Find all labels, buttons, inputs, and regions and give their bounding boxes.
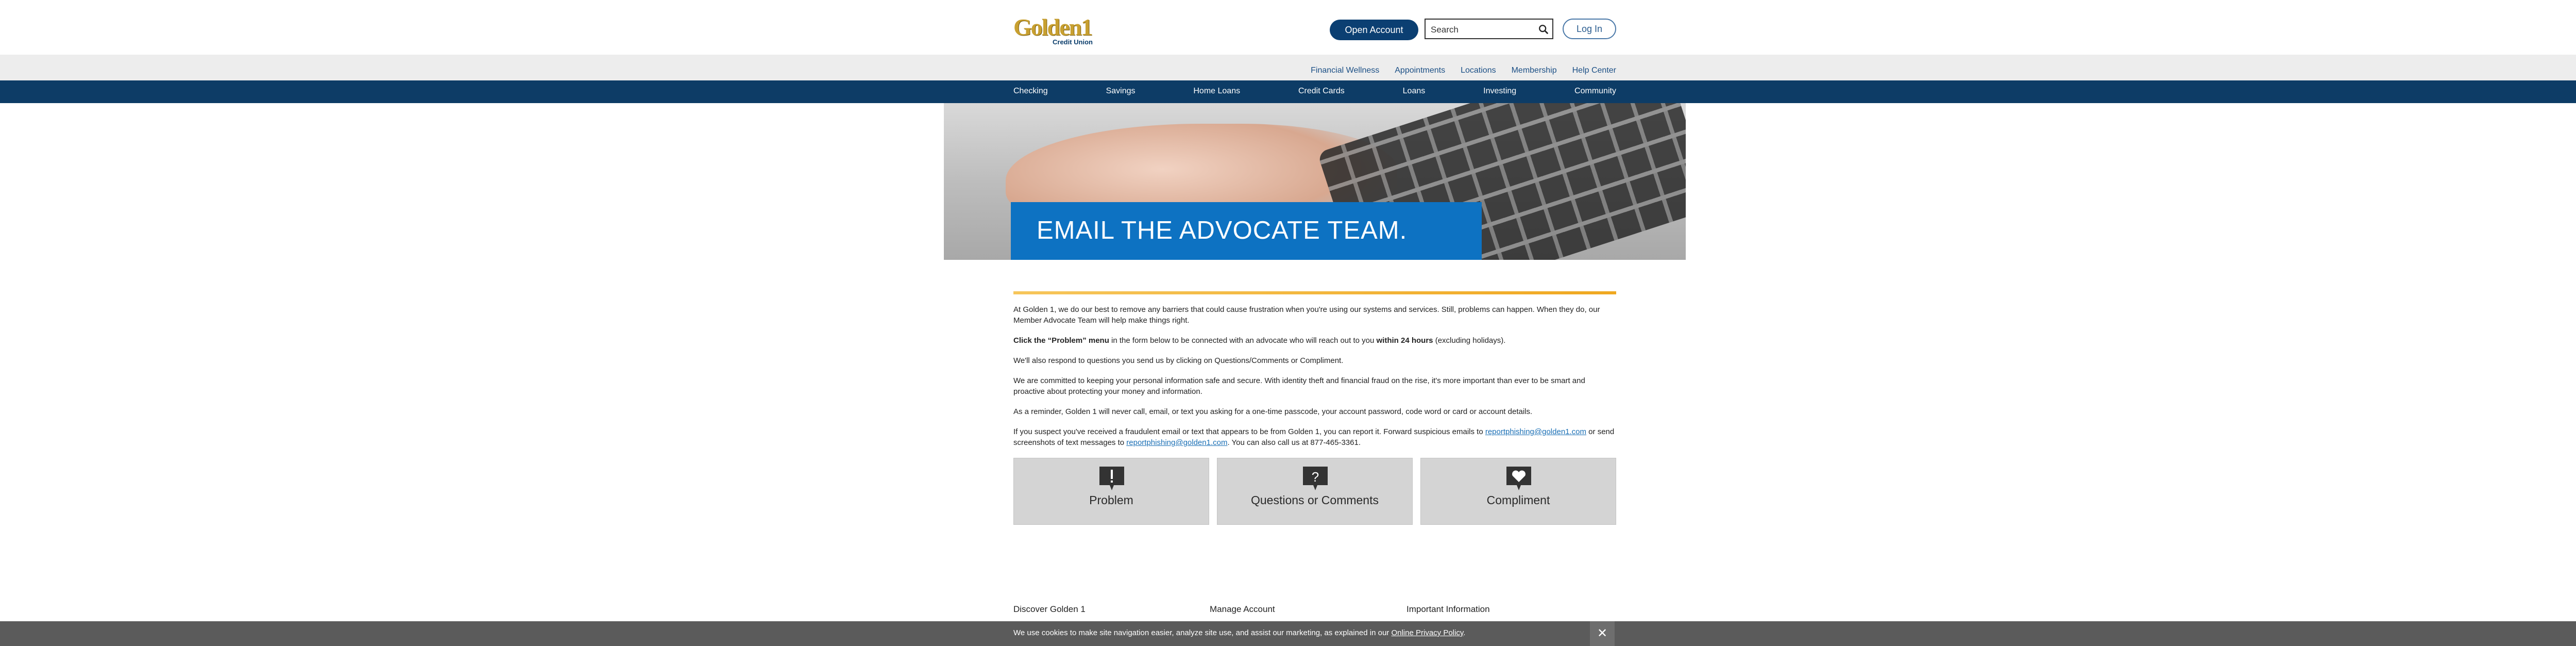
response-time-emphasis: within 24 hours [1376, 336, 1433, 345]
footer-heading-manage[interactable]: Manage Account [1210, 604, 1275, 615]
page-title: EMAIL THE ADVOCATE TEAM. [1037, 217, 1408, 244]
questions-paragraph: We'll also respond to questions you send… [1013, 356, 1344, 365]
security-paragraph: We are committed to keeping your persona… [1013, 376, 1585, 396]
problem-label: Problem [1089, 493, 1133, 507]
privacy-policy-link[interactable]: Online Privacy Policy [1391, 628, 1463, 637]
gold-divider [1013, 291, 1616, 294]
golden1-logo[interactable]: Golden1 Credit Union [1013, 14, 1096, 46]
cookie-close-button[interactable]: ✕ [1590, 621, 1615, 646]
report-email-link[interactable]: reportphishing@golden1.com [1485, 427, 1586, 436]
report-text-1: If you suspect you've received a fraudul… [1013, 427, 1485, 436]
cookie-message: We use cookies to make site navigation e… [1013, 628, 1465, 637]
util-link-appointments[interactable]: Appointments [1395, 66, 1445, 75]
nav-credit-cards[interactable]: Credit Cards [1298, 87, 1345, 96]
util-link-membership[interactable]: Membership [1512, 66, 1557, 75]
report-text-3: . You can also call us at 877-465-3361. [1227, 438, 1361, 447]
svg-text:?: ? [1312, 469, 1319, 485]
compliment-tile[interactable]: Compliment [1420, 458, 1616, 525]
report-text-link[interactable]: reportphishing@golden1.com [1126, 438, 1227, 447]
nav-investing[interactable]: Investing [1483, 87, 1516, 96]
reminder-paragraph: As a reminder, Golden 1 will never call,… [1013, 407, 1533, 416]
questions-comments-tile[interactable]: ? Questions or Comments [1217, 458, 1413, 525]
login-button[interactable]: Log In [1563, 19, 1616, 39]
nav-loans[interactable]: Loans [1403, 87, 1426, 96]
util-link-financial-wellness[interactable]: Financial Wellness [1311, 66, 1379, 75]
intro-paragraph: At Golden 1, we do our best to remove an… [1013, 305, 1600, 325]
nav-home-loans[interactable]: Home Loans [1193, 87, 1240, 96]
compliment-label: Compliment [1486, 493, 1550, 507]
open-account-button[interactable]: Open Account [1330, 20, 1418, 40]
utility-nav-bar: Financial Wellness Appointments Location… [0, 55, 2576, 80]
problem-menu-emphasis: Click the “Problem” menu [1013, 336, 1109, 345]
contact-options: Problem ? Questions or Comments Complime… [1013, 458, 1616, 525]
cookie-text: We use cookies to make site navigation e… [1013, 628, 1392, 637]
logo-subtitle: Credit Union [1053, 38, 1093, 46]
logo-wordmark: Golden1 [1013, 14, 1093, 40]
util-link-locations[interactable]: Locations [1461, 66, 1496, 75]
footer-heading-important[interactable]: Important Information [1406, 604, 1490, 615]
hero-title-box: EMAIL THE ADVOCATE TEAM. [1011, 202, 1482, 260]
question-speech-icon: ? [1303, 467, 1328, 490]
search-icon[interactable] [1538, 24, 1549, 35]
cookie-text-end: . [1463, 628, 1466, 637]
cookie-banner: We use cookies to make site navigation e… [0, 621, 2576, 646]
questions-comments-label: Questions or Comments [1251, 493, 1379, 507]
main-content: At Golden 1, we do our best to remove an… [1013, 304, 1616, 457]
problem-instructions-text: in the form below to be connected with a… [1109, 336, 1377, 345]
search-placeholder: Search [1431, 25, 1459, 35]
exclamation-speech-icon [1099, 467, 1124, 490]
problem-tile[interactable]: Problem [1013, 458, 1209, 525]
footer-heading-discover[interactable]: Discover Golden 1 [1013, 604, 1086, 615]
report-fraud-paragraph: If you suspect you've received a fraudul… [1013, 426, 1616, 448]
nav-community[interactable]: Community [1574, 87, 1616, 96]
site-header [0, 0, 2576, 55]
holiday-note: (excluding holidays). [1433, 336, 1506, 345]
util-link-help-center[interactable]: Help Center [1572, 66, 1616, 75]
nav-checking[interactable]: Checking [1013, 87, 1048, 96]
main-nav: Checking Savings Home Loans Credit Cards… [0, 80, 2576, 103]
problem-instructions: Click the “Problem” menu in the form bel… [1013, 335, 1616, 346]
heart-speech-icon [1506, 467, 1531, 490]
search-input[interactable]: Search [1425, 19, 1553, 39]
nav-savings[interactable]: Savings [1106, 87, 1136, 96]
